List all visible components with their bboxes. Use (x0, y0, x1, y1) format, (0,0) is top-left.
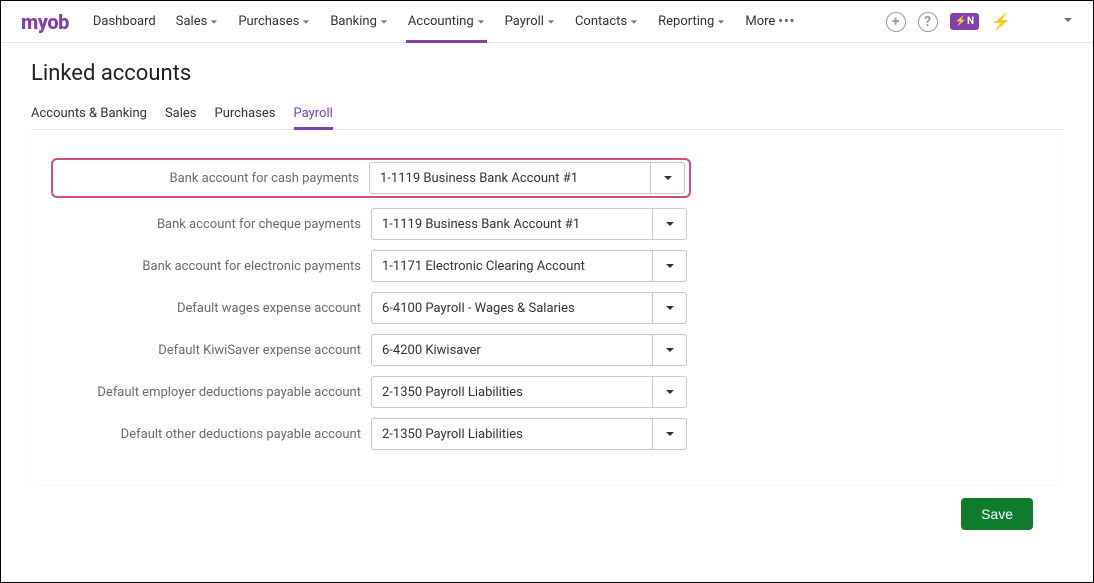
field-label: Default wages expense account (51, 301, 371, 316)
nav-label: Banking (330, 14, 377, 29)
top-nav: myob Dashboard Sales Purchases Banking A… (1, 1, 1093, 43)
select-value: 2-1350 Payroll Liabilities (382, 427, 523, 442)
select-value: 6-4200 Kiwisaver (382, 343, 481, 358)
tab-accounts-banking[interactable]: Accounts & Banking (31, 98, 147, 129)
nav-label: Reporting (658, 14, 714, 29)
select-cash-payments[interactable]: 1-1119 Business Bank Account #1 (369, 162, 685, 194)
chevron-down-icon (650, 163, 684, 193)
select-value: 2-1350 Payroll Liabilities (382, 385, 523, 400)
form-panel: Bank account for cash payments 1-1119 Bu… (31, 130, 1063, 484)
ellipsis-icon: ••• (778, 14, 795, 29)
field-row-other-deductions: Default other deductions payable account… (51, 418, 1043, 450)
nav-more[interactable]: More••• (737, 1, 803, 43)
tabs: Accounts & Banking Sales Purchases Payro… (31, 98, 1063, 130)
nav-items: Dashboard Sales Purchases Banking Accoun… (85, 1, 803, 43)
nav-label: Accounting (408, 14, 474, 29)
field-label: Bank account for cheque payments (51, 217, 371, 232)
select-wages-expense[interactable]: 6-4100 Payroll - Wages & Salaries (371, 292, 687, 324)
chevron-down-icon (210, 18, 218, 26)
chevron-down-icon (652, 419, 686, 449)
select-value: 1-1171 Electronic Clearing Account (382, 259, 585, 274)
field-row-wages-expense: Default wages expense account 6-4100 Pay… (51, 292, 1043, 324)
field-row-employer-deductions: Default employer deductions payable acco… (51, 376, 1043, 408)
field-row-electronic-payments: Bank account for electronic payments 1-1… (51, 250, 1043, 282)
nav-contacts[interactable]: Contacts (567, 1, 646, 43)
tab-purchases[interactable]: Purchases (215, 98, 276, 129)
field-row-kiwisaver-expense: Default KiwiSaver expense account 6-4200… (51, 334, 1043, 366)
tab-payroll[interactable]: Payroll (294, 98, 333, 129)
chevron-down-icon (652, 251, 686, 281)
nav-banking[interactable]: Banking (322, 1, 396, 43)
add-icon[interactable]: + (886, 12, 906, 32)
nav-reporting[interactable]: Reporting (650, 1, 733, 43)
field-label: Default employer deductions payable acco… (51, 385, 371, 400)
nav-sales[interactable]: Sales (168, 1, 227, 43)
notification-badge[interactable]: ⚡N (950, 13, 980, 30)
user-menu[interactable] (1063, 14, 1073, 29)
select-value: 6-4100 Payroll - Wages & Salaries (382, 301, 575, 316)
select-electronic-payments[interactable]: 1-1171 Electronic Clearing Account (371, 250, 687, 282)
actions-row: Save (31, 484, 1063, 530)
nav-label: More (745, 14, 775, 29)
nav-label: Dashboard (93, 14, 156, 29)
field-label: Default KiwiSaver expense account (51, 343, 371, 358)
chevron-down-icon (652, 293, 686, 323)
chevron-down-icon (652, 209, 686, 239)
nav-accounting[interactable]: Accounting (400, 1, 493, 43)
chevron-down-icon (380, 18, 388, 26)
nav-purchases[interactable]: Purchases (230, 1, 318, 43)
nav-payroll[interactable]: Payroll (497, 1, 563, 43)
page-title: Linked accounts (31, 61, 1063, 86)
highlight-box: Bank account for cash payments 1-1119 Bu… (51, 158, 691, 198)
tab-sales[interactable]: Sales (165, 98, 197, 129)
field-label: Bank account for electronic payments (51, 259, 371, 274)
brand-logo[interactable]: myob (21, 10, 69, 34)
select-value: 1-1119 Business Bank Account #1 (380, 171, 578, 186)
select-other-deductions[interactable]: 2-1350 Payroll Liabilities (371, 418, 687, 450)
field-label: Default other deductions payable account (51, 427, 371, 442)
chevron-down-icon (547, 18, 555, 26)
page-content: Linked accounts Accounts & Banking Sales… (1, 43, 1093, 530)
select-kiwisaver-expense[interactable]: 6-4200 Kiwisaver (371, 334, 687, 366)
chevron-down-icon (717, 18, 725, 26)
chevron-down-icon (652, 377, 686, 407)
topnav-right: + ? ⚡N ⚡ (886, 12, 1073, 32)
chevron-down-icon (477, 18, 485, 26)
field-row-cash-payments: Bank account for cash payments 1-1119 Bu… (51, 158, 1043, 198)
chevron-down-icon (652, 335, 686, 365)
field-row-cheque-payments: Bank account for cheque payments 1-1119 … (51, 208, 1043, 240)
field-label: Bank account for cash payments (53, 171, 369, 186)
chevron-down-icon (630, 18, 638, 26)
nav-label: Contacts (575, 14, 627, 29)
nav-label: Payroll (505, 14, 544, 29)
select-employer-deductions[interactable]: 2-1350 Payroll Liabilities (371, 376, 687, 408)
select-cheque-payments[interactable]: 1-1119 Business Bank Account #1 (371, 208, 687, 240)
bolt-icon[interactable]: ⚡ (991, 12, 1011, 31)
nav-dashboard[interactable]: Dashboard (85, 1, 164, 43)
nav-label: Sales (176, 14, 208, 29)
help-icon[interactable]: ? (918, 12, 938, 32)
select-value: 1-1119 Business Bank Account #1 (382, 217, 580, 232)
chevron-down-icon (302, 18, 310, 26)
nav-label: Purchases (238, 14, 299, 29)
save-button[interactable]: Save (961, 498, 1033, 530)
